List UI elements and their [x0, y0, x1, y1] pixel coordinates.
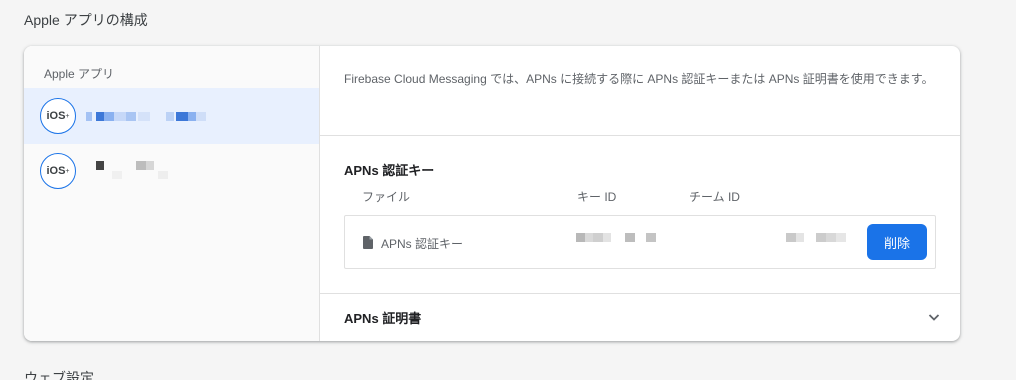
- apns-cert-expander[interactable]: APNs 証明書: [320, 294, 960, 341]
- column-header-team-id: チーム ID: [689, 190, 740, 204]
- apns-key-row: APNs 認証キー 削除: [344, 215, 936, 269]
- ios-icon-label: iOS: [46, 165, 66, 177]
- divider: [320, 135, 960, 136]
- fcm-description: Firebase Cloud Messaging では、APNs に接続する際に…: [344, 72, 934, 86]
- sidebar-header: Apple アプリ: [44, 67, 115, 81]
- apns-cert-title: APNs 証明書: [344, 311, 422, 326]
- ios-icon: iOS +: [40, 153, 76, 189]
- apps-sidebar: Apple アプリ iOS + iOS +: [24, 46, 320, 341]
- redacted-key-id: [576, 233, 658, 242]
- apns-settings-panel: Firebase Cloud Messaging では、APNs に接続する際に…: [320, 46, 960, 341]
- delete-button[interactable]: 削除: [867, 224, 927, 260]
- ios-icon-label: iOS: [46, 110, 66, 122]
- ios-icon-plus: +: [65, 112, 70, 120]
- section-title: Apple アプリの構成: [24, 12, 148, 28]
- next-section-title: ウェブ設定: [24, 370, 94, 380]
- column-header-file: ファイル: [362, 190, 411, 204]
- ios-icon: iOS +: [40, 98, 76, 134]
- redacted-app-name: [86, 112, 208, 121]
- file-name: APNs 認証キー: [381, 237, 464, 251]
- chevron-down-icon: [928, 314, 940, 321]
- file-icon: [363, 236, 373, 249]
- app-item-2[interactable]: iOS +: [24, 143, 319, 199]
- redacted-team-id: [786, 233, 848, 242]
- apns-key-title: APNs 認証キー: [344, 163, 435, 178]
- app-item-1[interactable]: iOS +: [24, 88, 319, 144]
- apple-apps-card: Apple アプリ iOS + iOS + Firebase Cloud Mes…: [24, 46, 960, 341]
- redacted-app-name: [96, 161, 186, 181]
- ios-icon-plus: +: [65, 167, 70, 175]
- column-header-key-id: キー ID: [577, 190, 617, 204]
